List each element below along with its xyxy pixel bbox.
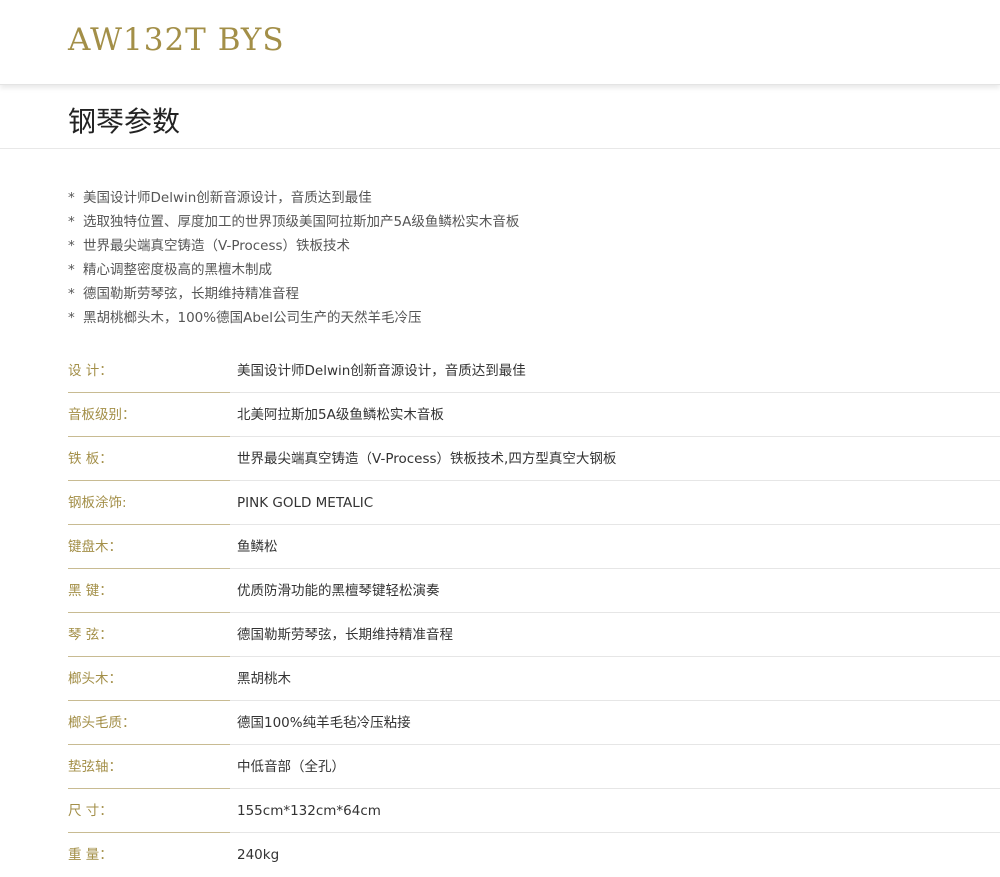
feature-item: * 选取独特位置、厚度加工的世界顶级美国阿拉斯加产5A级鱼鳞松实木音板 xyxy=(68,210,519,234)
spec-label: 榔头毛质： xyxy=(68,701,230,745)
spec-label: 尺 寸： xyxy=(68,789,230,833)
spec-value: 美国设计师Delwin创新音源设计，音质达到最佳 xyxy=(230,349,1000,393)
spec-label: 钢板涂饰: xyxy=(68,481,230,525)
bullet-marker: * xyxy=(68,310,75,326)
spec-value: 优质防滑功能的黑檀琴键轻松演奏 xyxy=(230,569,1000,613)
bullet-marker: * xyxy=(68,286,75,302)
feature-item: * 世界最尖端真空铸造（V-Process）铁板技术 xyxy=(68,234,519,258)
spec-value: 德国勒斯劳琴弦，长期维持精准音程 xyxy=(230,613,1000,657)
spec-label: 设 计： xyxy=(68,349,230,393)
feature-text: 黑胡桃榔头木，100%德国Abel公司生产的天然羊毛冷压 xyxy=(83,310,422,326)
feature-item: * 美国设计师Delwin创新音源设计，音质达到最佳 xyxy=(68,186,519,210)
spec-row-string-pins: 垫弦轴： 中低音部（全孔） xyxy=(68,745,1000,789)
spec-row-hammer-wood: 榔头木： 黑胡桃木 xyxy=(68,657,1000,701)
feature-text: 选取独特位置、厚度加工的世界顶级美国阿拉斯加产5A级鱼鳞松实木音板 xyxy=(83,214,520,230)
spec-label: 黑 键： xyxy=(68,569,230,613)
feature-item: * 德国勒斯劳琴弦，长期维持精准音程 xyxy=(68,282,519,306)
bullet-marker: * xyxy=(68,262,75,278)
spec-value: 北美阿拉斯加5A级鱼鳞松实木音板 xyxy=(230,393,1000,437)
spec-value: PINK GOLD METALIC xyxy=(230,481,1000,525)
bullet-marker: * xyxy=(68,238,75,254)
spec-row-keyboard-wood: 键盘木： 鱼鳞松 xyxy=(68,525,1000,569)
spec-row-dimensions: 尺 寸： 155cm*132cm*64cm xyxy=(68,789,1000,833)
spec-label: 铁 板： xyxy=(68,437,230,481)
section-divider xyxy=(0,148,1000,149)
spec-row-black-keys: 黑 键： 优质防滑功能的黑檀琴键轻松演奏 xyxy=(68,569,1000,613)
feature-item: * 黑胡桃榔头木，100%德国Abel公司生产的天然羊毛冷压 xyxy=(68,306,519,330)
feature-text: 世界最尖端真空铸造（V-Process）铁板技术 xyxy=(83,238,351,254)
spec-value: 黑胡桃木 xyxy=(230,657,1000,701)
spec-value: 世界最尖端真空铸造（V-Process）铁板技术,四方型真空大钢板 xyxy=(230,437,1000,481)
feature-list: * 美国设计师Delwin创新音源设计，音质达到最佳 * 选取独特位置、厚度加工的世… xyxy=(68,186,519,330)
spec-label: 重 量： xyxy=(68,847,113,863)
page-header: AW132T BYS xyxy=(0,0,1000,85)
spec-value: 155cm*132cm*64cm xyxy=(230,789,1000,833)
feature-text: 精心调整密度极高的黑檀木制成 xyxy=(83,262,272,278)
section-title: 钢琴参数 xyxy=(68,105,181,138)
spec-row-iron-plate: 铁 板： 世界最尖端真空铸造（V-Process）铁板技术,四方型真空大钢板 xyxy=(68,437,1000,481)
spec-label: 垫弦轴： xyxy=(68,745,230,789)
spec-value: 中低音部（全孔） xyxy=(230,745,1000,789)
spec-table: 设 计： 美国设计师Delwin创新音源设计，音质达到最佳 音板级别： 北美阿拉… xyxy=(68,349,1000,877)
spec-value: 鱼鳞松 xyxy=(230,525,1000,569)
spec-row-plate-finish: 钢板涂饰: PINK GOLD METALIC xyxy=(68,481,1000,525)
spec-row-soundboard: 音板级别： 北美阿拉斯加5A级鱼鳞松实木音板 xyxy=(68,393,1000,437)
spec-row-weight: 重 量： 240kg xyxy=(68,833,1000,877)
spec-row-design: 设 计： 美国设计师Delwin创新音源设计，音质达到最佳 xyxy=(68,349,1000,393)
spec-label: 榔头木： xyxy=(68,657,230,701)
bullet-marker: * xyxy=(68,190,75,206)
spec-label: 音板级别： xyxy=(68,393,230,437)
spec-row-strings: 琴 弦： 德国勒斯劳琴弦，长期维持精准音程 xyxy=(68,613,1000,657)
spec-row-hammer-felt: 榔头毛质： 德国100%纯羊毛毡冷压粘接 xyxy=(68,701,1000,745)
feature-item: * 精心调整密度极高的黑檀木制成 xyxy=(68,258,519,282)
feature-text: 美国设计师Delwin创新音源设计，音质达到最佳 xyxy=(83,190,372,206)
spec-label: 琴 弦： xyxy=(68,613,230,657)
spec-label: 键盘木： xyxy=(68,525,230,569)
spec-value: 240kg xyxy=(237,847,280,863)
bullet-marker: * xyxy=(68,214,75,230)
model-title: AW132T BYS xyxy=(68,22,285,58)
feature-text: 德国勒斯劳琴弦，长期维持精准音程 xyxy=(83,286,299,302)
spec-value: 德国100%纯羊毛毡冷压粘接 xyxy=(230,701,1000,745)
